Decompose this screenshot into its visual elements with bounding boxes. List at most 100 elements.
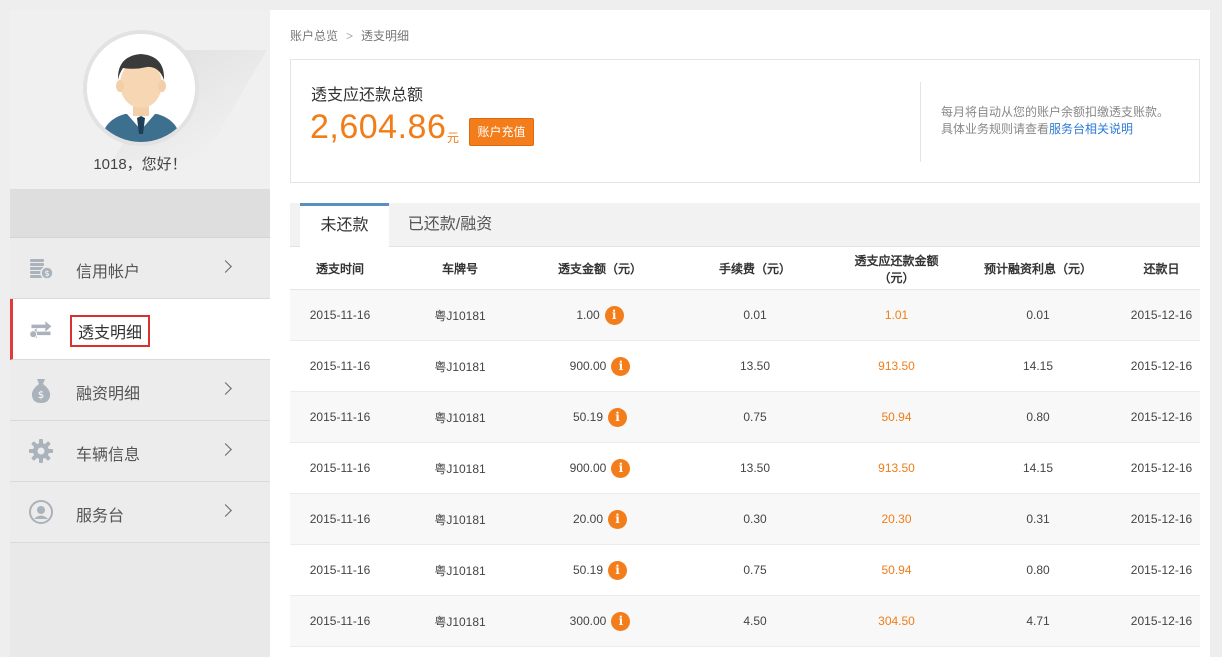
info-icon[interactable]: i: [611, 356, 631, 376]
cell-value: 粤J10181: [434, 563, 486, 578]
svg-text:$: $: [44, 269, 49, 278]
sidebar-item-overdraft-detail[interactable]: 透支明细: [10, 299, 270, 360]
info-icon[interactable]: i: [611, 458, 631, 478]
table-row: 2015-11-16 粤J10181 1.00 i 0.01 1.01 0.01 2015-1…: [290, 290, 1200, 341]
cell-value: 913.50: [878, 359, 915, 373]
table-cell: 2015-12-16: [1123, 614, 1200, 628]
table-cell: 20.30: [840, 512, 953, 526]
sidebar-item-label: 透支明细: [70, 315, 151, 347]
table-cell: 50.19 i: [530, 560, 670, 580]
table-cell: 2015-12-16: [1123, 410, 1200, 424]
table-cell: 300.00 i: [530, 611, 670, 631]
sidebar-item-financing-detail[interactable]: $ 融资明细: [10, 360, 270, 421]
info-icon[interactable]: i: [608, 509, 628, 529]
sidebar-item-service-desk[interactable]: 服务台: [10, 482, 270, 543]
sidebar-item-label: 信用帐户: [76, 264, 141, 281]
cell-value: 2015-11-16: [309, 461, 371, 475]
table-cell: 0.01: [670, 308, 840, 322]
breadcrumb-home-link[interactable]: 账户总览: [290, 29, 338, 43]
tab-bar: 未还款 已还款/融资: [290, 203, 1200, 248]
cell-value: 2015-12-16: [1130, 563, 1193, 577]
cell-value: 2015-12-16: [1130, 461, 1193, 475]
cell-value: 900.00: [569, 359, 607, 373]
cell-value: 2015-11-16: [309, 563, 371, 577]
cell-value: 50.19: [572, 410, 604, 424]
cell-value: 900.00: [569, 461, 607, 475]
table-row: 2015-11-16 粤J10181 50.19 i 0.75 50.94 0.80 2015…: [290, 545, 1200, 596]
table-cell: 粤J10181: [390, 613, 530, 630]
table-cell: 4.50: [670, 614, 840, 628]
cell-value: 2015-11-16: [309, 614, 371, 628]
table-cell: 粤J10181: [390, 511, 530, 528]
coins-icon: $: [28, 254, 54, 282]
table-cell: 0.75: [670, 410, 840, 424]
svg-text:$: $: [38, 390, 44, 401]
table-cell: 0.80: [953, 563, 1123, 577]
cell-value: 913.50: [878, 461, 915, 475]
table-cell: 913.50: [840, 461, 953, 475]
chevron-right-icon: [219, 443, 232, 456]
table-cell: 粤J10181: [390, 307, 530, 324]
table-cell: 2015-11-16: [290, 359, 390, 373]
table-cell: 50.19 i: [530, 407, 670, 427]
cell-value: 2015-11-16: [309, 512, 371, 526]
cell-value: 13.50: [739, 359, 771, 373]
table-cell: 粤J10181: [390, 409, 530, 426]
overdraft-table: 透支时间 车牌号 透支金额（元） 手续费（元） 透支应还款金额（元） 预计融资利…: [290, 248, 1200, 647]
table-cell: 900.00 i: [530, 356, 670, 376]
cell-value: 300.00: [569, 614, 607, 628]
table-cell: 304.50: [840, 614, 953, 628]
column-header: 透支时间: [315, 262, 364, 276]
sidebar-item-label: 融资明细: [76, 386, 141, 403]
table-cell: 0.30: [670, 512, 840, 526]
table-cell: 1.01: [840, 308, 953, 322]
cell-value: 0.75: [743, 563, 767, 577]
cell-value: 50.19: [572, 563, 604, 577]
recharge-button[interactable]: 账户充值: [469, 118, 534, 146]
cell-value: 粤J10181: [434, 308, 486, 323]
sidebar-band: [10, 190, 270, 238]
transfer-icon: [28, 315, 54, 343]
cell-value: 粤J10181: [434, 410, 486, 425]
sidebar-item-label: 服务台: [76, 508, 125, 525]
table-cell: 2015-11-16: [290, 512, 390, 526]
table-cell: 1.00 i: [530, 305, 670, 325]
info-icon[interactable]: i: [604, 305, 624, 325]
info-icon[interactable]: i: [611, 611, 631, 631]
column-header: 透支金额（元）: [557, 262, 642, 276]
info-icon[interactable]: i: [608, 407, 628, 427]
table-cell: 13.50: [670, 461, 840, 475]
table-row: 2015-11-16 粤J10181 900.00 i 13.50 913.50 14.15…: [290, 443, 1200, 494]
cell-value: 304.50: [878, 614, 915, 628]
cell-value: 13.50: [739, 461, 771, 475]
table-cell: 0.80: [953, 410, 1123, 424]
sidebar-item-credit-account[interactable]: $ 信用帐户: [10, 238, 270, 299]
sidebar-item-label: 车辆信息: [76, 447, 141, 464]
column-header: 透支应还款金额（元）: [854, 253, 939, 285]
service-desk-link[interactable]: 服务台相关说明: [1049, 122, 1133, 136]
tab-paid-financed[interactable]: 已还款/融资: [389, 203, 511, 248]
breadcrumb: 账户总览 > 透支明细: [290, 27, 409, 44]
total-amount: 2,604.86: [310, 108, 447, 146]
table-header: 透支时间 车牌号 透支金额（元） 手续费（元） 透支应还款金额（元） 预计融资利…: [290, 248, 1200, 290]
info-icon[interactable]: i: [608, 560, 628, 580]
cell-value: 0.01: [1026, 308, 1050, 322]
table-cell: 粤J10181: [390, 460, 530, 477]
table-cell: 0.01: [953, 308, 1123, 322]
table-cell: 粤J10181: [390, 562, 530, 579]
summary-panel: 透支应还款总额 2,604.86 元 账户充值 每月将自动从您的账户余额扣缴透支…: [290, 59, 1200, 183]
table-cell: 913.50: [840, 359, 953, 373]
table-cell: 2015-11-16: [290, 410, 390, 424]
sidebar-item-vehicle-info[interactable]: 车辆信息: [10, 421, 270, 482]
cell-value: 2015-12-16: [1130, 512, 1193, 526]
tab-unpaid[interactable]: 未还款: [300, 203, 389, 248]
cell-value: 2015-11-16: [309, 359, 371, 373]
table-cell: 900.00 i: [530, 458, 670, 478]
cell-value: 14.15: [1022, 461, 1054, 475]
table-cell: 0.31: [953, 512, 1123, 526]
cell-value: 0.80: [1026, 563, 1050, 577]
cell-value: 2015-11-16: [309, 410, 371, 424]
breadcrumb-current: 透支明细: [361, 29, 410, 43]
column-header: 还款日: [1143, 262, 1180, 276]
cell-value: 2015-12-16: [1130, 410, 1193, 424]
